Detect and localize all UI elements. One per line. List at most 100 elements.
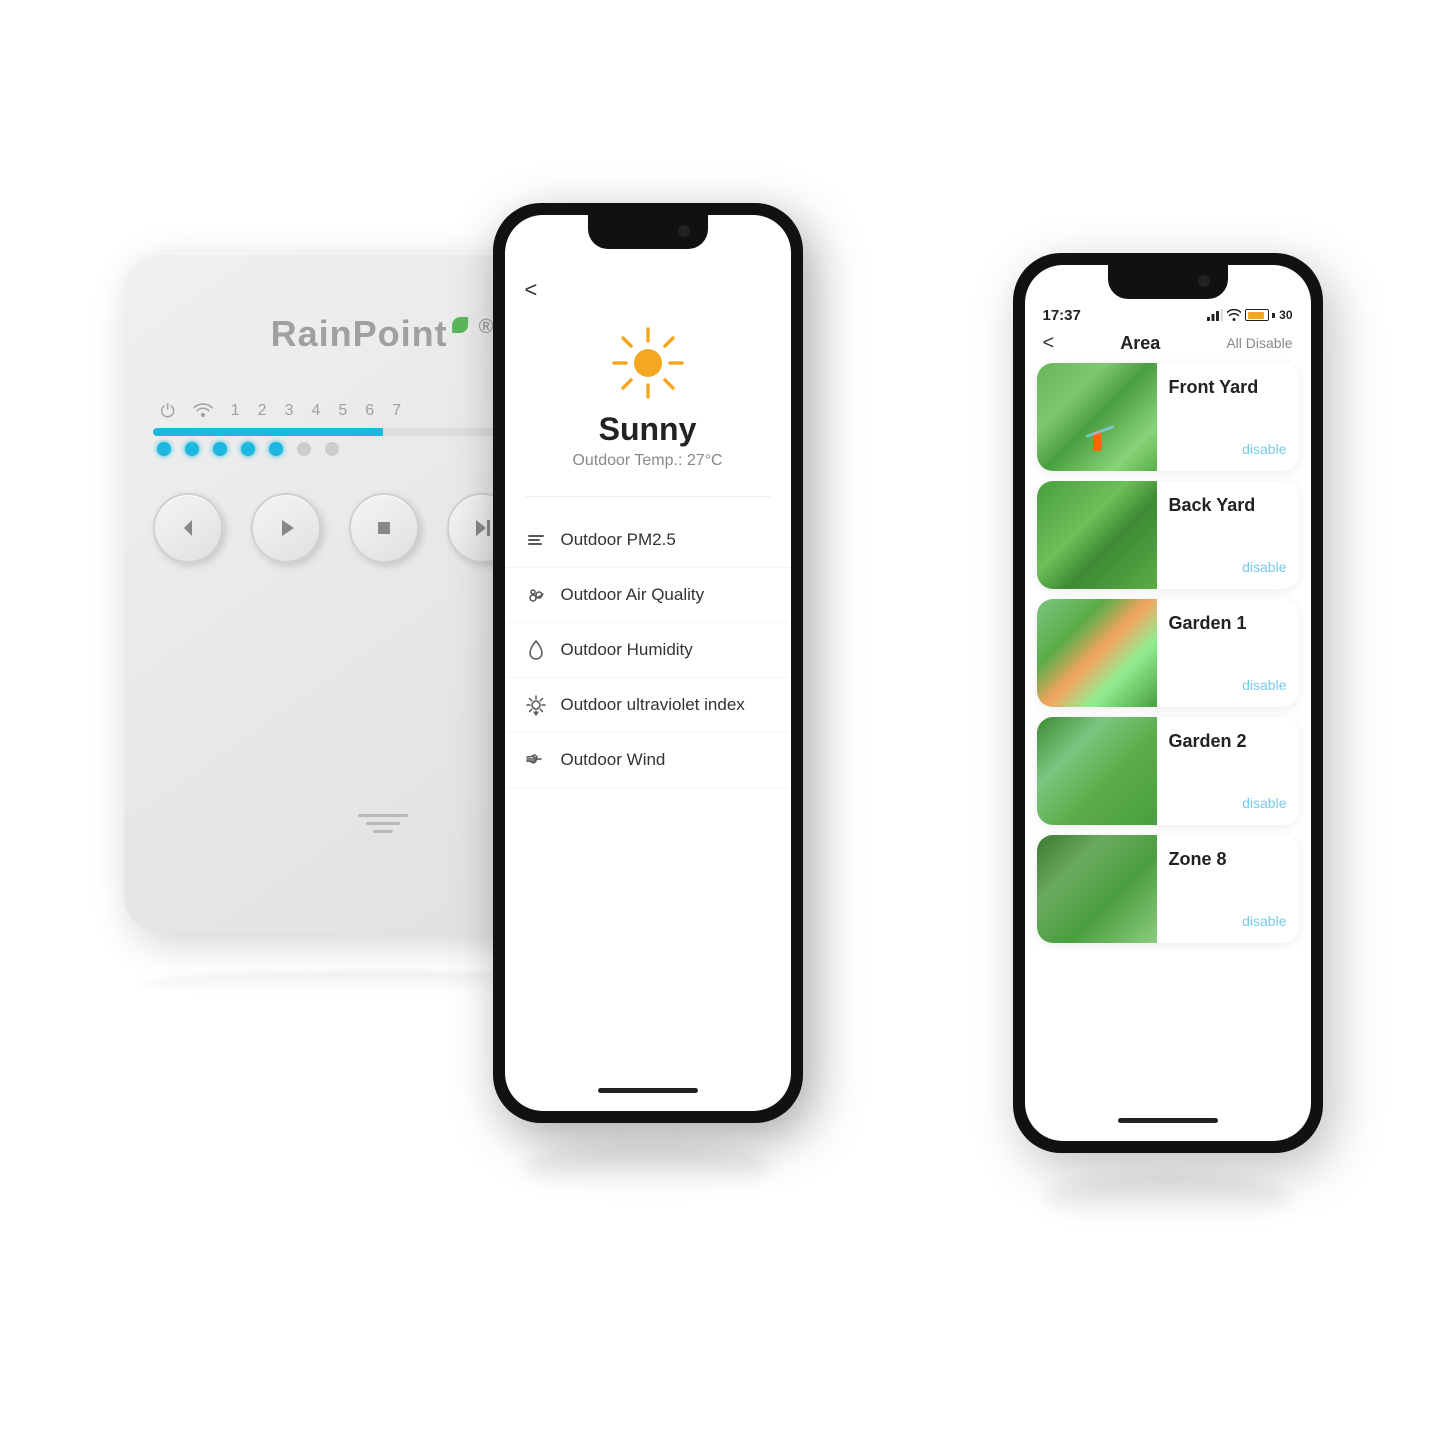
phone1-content: <	[505, 215, 791, 788]
signal-icon	[1207, 309, 1223, 321]
play-button[interactable]	[251, 493, 321, 563]
zone-info-zone8: Zone 8 disable	[1157, 835, 1299, 943]
uv-icon	[525, 694, 547, 716]
zone-img-garden1	[1037, 599, 1157, 707]
phone2-wifi-icon	[1227, 309, 1241, 321]
device-bottom-logo	[358, 814, 408, 833]
phone1-notch	[588, 215, 708, 249]
leaf-icon	[452, 317, 468, 333]
led-dot-4	[241, 442, 255, 456]
zone-img-back-yard	[1037, 481, 1157, 589]
zone-info-back-yard: Back Yard disable	[1157, 481, 1299, 589]
wifi-icon	[193, 401, 213, 422]
buttons-row	[153, 493, 517, 563]
zone-disable-garden2[interactable]: disable	[1242, 795, 1286, 811]
zone-name-garden1: Garden 1	[1169, 613, 1287, 634]
menu-item-uv[interactable]: Outdoor ultraviolet index	[505, 678, 791, 733]
phone2-camera	[1198, 275, 1210, 287]
led-dot-1	[157, 442, 171, 456]
zone-img-garden2	[1037, 717, 1157, 825]
channel-3-label: 3	[285, 402, 294, 420]
phone2-home-bar[interactable]	[1118, 1118, 1218, 1123]
front-yard-image	[1037, 363, 1157, 471]
led-dot-7	[325, 442, 339, 456]
all-disable-button[interactable]: All Disable	[1226, 335, 1292, 351]
scene: RainPoint ® ⏻ 1	[123, 173, 1323, 1273]
zone-name-front-yard: Front Yard	[1169, 377, 1287, 398]
status-icons: 30	[1207, 308, 1292, 322]
zone-card-front-yard[interactable]: Front Yard disable	[1037, 363, 1299, 471]
zone-info-garden1: Garden 1 disable	[1157, 599, 1299, 707]
back-yard-image	[1037, 481, 1157, 589]
pm25-label: Outdoor PM2.5	[561, 530, 676, 550]
garden1-image	[1037, 599, 1157, 707]
phone1-camera	[678, 225, 690, 237]
channel-4-label: 4	[311, 402, 320, 420]
led-dot-6	[297, 442, 311, 456]
phone1: <	[493, 203, 803, 1123]
zone-img-zone8	[1037, 835, 1157, 943]
zone-name-back-yard: Back Yard	[1169, 495, 1287, 516]
phone1-weather: Sunny Outdoor Temp.: 27°C	[505, 303, 791, 480]
channel-1-label: 1	[231, 402, 240, 420]
channel-7-label: 7	[392, 402, 401, 420]
zone-disable-garden1[interactable]: disable	[1242, 677, 1286, 693]
menu-item-pm25[interactable]: Outdoor PM2.5	[505, 513, 791, 568]
menu-item-humidity[interactable]: Outdoor Humidity	[505, 623, 791, 678]
phone1-home-bar[interactable]	[598, 1088, 698, 1093]
led-dot-2	[185, 442, 199, 456]
channel-2-label: 2	[258, 402, 267, 420]
zone-card-back-yard[interactable]: Back Yard disable	[1037, 481, 1299, 589]
humidity-icon	[525, 639, 547, 661]
zone-list: Front Yard disable Back Yard disable	[1025, 363, 1311, 943]
zone-card-garden1[interactable]: Garden 1 disable	[1037, 599, 1299, 707]
wind-icon	[525, 749, 547, 771]
air-quality-label: Outdoor Air Quality	[561, 585, 705, 605]
zone-name-zone8: Zone 8	[1169, 849, 1287, 870]
garden2-image	[1037, 717, 1157, 825]
wind-label: Outdoor Wind	[561, 750, 666, 770]
zone-img-front-yard	[1037, 363, 1157, 471]
phone2-back-button[interactable]: <	[1043, 332, 1055, 355]
phone2-header: < Area All Disable	[1025, 324, 1311, 363]
zone-disable-front-yard[interactable]: disable	[1242, 441, 1286, 457]
phone1-divider	[525, 496, 771, 497]
brand-label: RainPoint ®	[271, 313, 495, 355]
phone2-area-title: Area	[1120, 333, 1160, 354]
zone-disable-zone8[interactable]: disable	[1242, 913, 1286, 929]
phone2: 17:37	[1013, 253, 1323, 1153]
zone-card-garden2[interactable]: Garden 2 disable	[1037, 717, 1299, 825]
menu-item-wind[interactable]: Outdoor Wind	[505, 733, 791, 788]
zone-info-front-yard: Front Yard disable	[1157, 363, 1299, 471]
brand-name-text: RainPoint	[271, 313, 448, 354]
stop-button[interactable]	[349, 493, 419, 563]
air-quality-icon	[525, 584, 547, 606]
outdoor-temp: Outdoor Temp.: 27°C	[572, 452, 722, 470]
phone1-back-button[interactable]: <	[505, 265, 791, 303]
phone1-reflection	[524, 1143, 772, 1193]
led-dot-3	[213, 442, 227, 456]
channel-5-label: 5	[338, 402, 347, 420]
humidity-label: Outdoor Humidity	[561, 640, 693, 660]
back-arrow: <	[525, 277, 538, 302]
zone-card-zone8[interactable]: Zone 8 disable	[1037, 835, 1299, 943]
menu-item-air-quality[interactable]: Outdoor Air Quality	[505, 568, 791, 623]
channel-6-label: 6	[365, 402, 374, 420]
phone2-notch	[1108, 265, 1228, 299]
prev-button[interactable]	[153, 493, 223, 563]
phone2-screen: 17:37	[1025, 265, 1311, 1141]
led-dot-5	[269, 442, 283, 456]
zone-info-garden2: Garden 2 disable	[1157, 717, 1299, 825]
phone2-reflection	[1044, 1173, 1292, 1223]
zone-name-garden2: Garden 2	[1169, 731, 1287, 752]
sun-icon	[608, 323, 688, 403]
weather-condition: Sunny	[599, 411, 697, 448]
power-icon: ⏻	[161, 401, 175, 422]
phone2-time: 17:37	[1043, 307, 1081, 324]
battery-percent: 30	[1279, 308, 1292, 322]
zone8-image	[1037, 835, 1157, 943]
phone1-screen: <	[505, 215, 791, 1111]
uv-label: Outdoor ultraviolet index	[561, 695, 745, 715]
zone-disable-back-yard[interactable]: disable	[1242, 559, 1286, 575]
pm25-icon	[525, 529, 547, 551]
